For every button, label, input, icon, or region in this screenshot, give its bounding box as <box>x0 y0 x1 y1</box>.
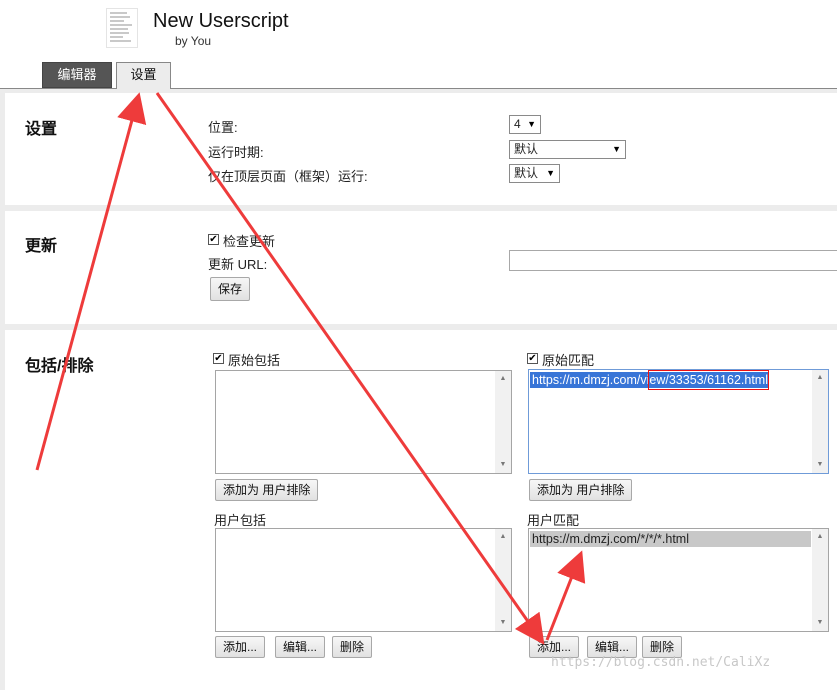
script-author: by You <box>175 34 212 48</box>
scroll-up-icon[interactable]: ▲ <box>812 530 828 544</box>
dropdown-arrow-icon: ▼ <box>527 119 536 129</box>
user-include-list[interactable]: ▲ ▼ <box>215 528 512 632</box>
settings-title: 设置 <box>25 121 58 138</box>
scroll-down-icon[interactable]: ▼ <box>812 458 828 472</box>
original-include-checkbox[interactable]: ✔ <box>213 353 224 364</box>
add-user-exclude-button-left[interactable]: 添加为 用户排除 <box>215 479 319 501</box>
scroll-down-icon[interactable]: ▼ <box>812 616 828 630</box>
scrollbar[interactable]: ▲ ▼ <box>495 529 511 631</box>
scrollbar[interactable]: ▲ ▼ <box>495 371 511 473</box>
script-file-icon <box>106 8 138 48</box>
run-at-label: 运行时期: <box>208 145 264 160</box>
run-at-select[interactable]: 默认 ▼ <box>509 140 626 159</box>
scroll-down-icon[interactable]: ▼ <box>495 458 511 472</box>
user-match-label: 用户匹配 <box>527 513 580 528</box>
script-title: New Userscript <box>153 10 289 32</box>
top-frame-select[interactable]: 默认 ▼ <box>509 164 560 183</box>
tab-settings[interactable]: 设置 <box>116 62 171 89</box>
top-frame-label: 仅在顶层页面（框架）运行: <box>208 169 368 184</box>
original-match-checkbox[interactable]: ✔ <box>527 353 538 364</box>
dropdown-arrow-icon: ▼ <box>546 168 555 178</box>
scroll-up-icon[interactable]: ▲ <box>495 530 511 544</box>
update-url-label: 更新 URL: <box>208 257 268 272</box>
original-match-label: 原始匹配 <box>542 353 595 368</box>
original-include-label: 原始包括 <box>228 353 281 368</box>
include-exclude-title: 包括/排除 <box>25 358 94 375</box>
save-button[interactable]: 保存 <box>210 277 251 301</box>
original-match-list[interactable]: https://m.dmzj.com/view/33353/61162.html… <box>528 369 829 474</box>
user-include-edit-button[interactable]: 编辑... <box>275 636 326 658</box>
scroll-up-icon[interactable]: ▲ <box>495 372 511 386</box>
annotation-highlight-box <box>648 370 769 390</box>
scroll-down-icon[interactable]: ▼ <box>495 616 511 630</box>
dropdown-arrow-icon: ▼ <box>612 144 621 154</box>
update-url-input[interactable] <box>509 250 837 271</box>
check-update-label: 检查更新 <box>223 234 276 249</box>
user-include-label: 用户包括 <box>214 513 267 528</box>
update-title: 更新 <box>25 238 58 255</box>
update-section: 更新 ✔ 检查更新 更新 URL: 保存 <box>5 211 837 324</box>
scrollbar[interactable]: ▲ ▼ <box>812 370 828 473</box>
watermark-text: https://blog.csdn.net/CaliXz <box>551 655 771 670</box>
tab-editor[interactable]: 编辑器 <box>42 62 112 88</box>
check-update-checkbox[interactable]: ✔ <box>208 234 219 245</box>
run-at-value: 默认 <box>514 142 539 156</box>
list-item[interactable]: https://m.dmzj.com/*/*/*.html <box>530 531 811 547</box>
user-include-add-button[interactable]: 添加... <box>215 636 266 658</box>
add-user-exclude-button-right[interactable]: 添加为 用户排除 <box>529 479 633 501</box>
scrollbar[interactable]: ▲ ▼ <box>812 529 828 631</box>
position-label: 位置: <box>208 120 238 135</box>
user-include-delete-button[interactable]: 删除 <box>332 636 373 658</box>
include-exclude-section: 包括/排除 ✔ 原始包括 ▲ ▼ 添加为 用户排除 ✔ 原始匹配 https:/… <box>5 330 837 690</box>
user-match-list[interactable]: https://m.dmzj.com/*/*/*.html ▲ ▼ <box>528 528 829 632</box>
position-select[interactable]: 4 ▼ <box>509 115 541 134</box>
top-frame-value: 默认 <box>514 166 539 180</box>
position-value: 4 <box>514 117 521 131</box>
settings-section: 设置 位置: 4 ▼ 运行时期: 默认 ▼ 仅在顶层页面（框架）运行: 默认 ▼ <box>5 93 837 205</box>
scroll-up-icon[interactable]: ▲ <box>812 371 828 385</box>
original-include-list[interactable]: ▲ ▼ <box>215 370 512 474</box>
